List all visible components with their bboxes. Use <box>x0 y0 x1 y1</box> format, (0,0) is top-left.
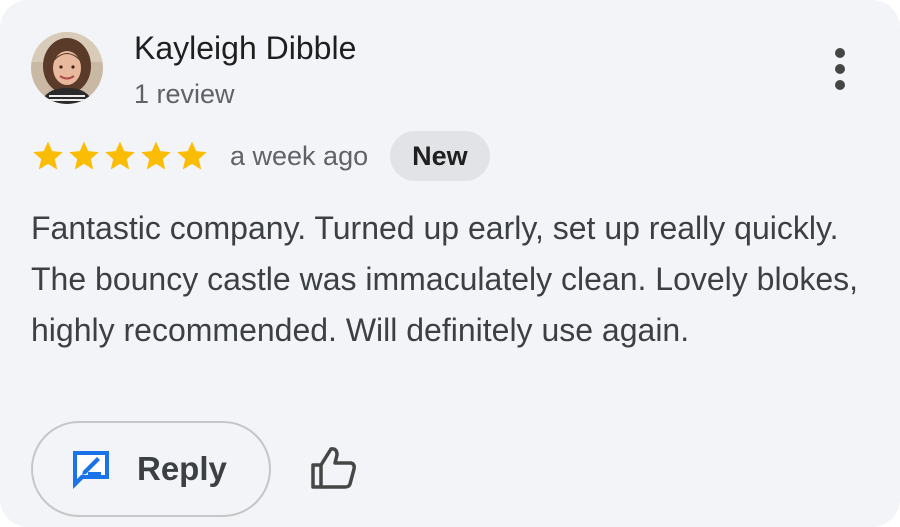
star-icon <box>69 141 99 170</box>
reply-button[interactable]: Reply <box>31 421 271 517</box>
star-rating <box>31 139 209 173</box>
star-icon <box>177 141 207 170</box>
reply-edit-icon <box>73 451 109 489</box>
avatar[interactable] <box>31 32 103 104</box>
star-icon <box>33 141 63 170</box>
star-icon <box>105 141 135 170</box>
author-review-count: 1 review <box>134 79 235 109</box>
review-text: Fantastic company. Turned up early, set … <box>31 210 859 348</box>
avatar-photo <box>31 32 103 104</box>
review-card: Kayleigh Dibble 1 review a week ago New … <box>0 0 900 527</box>
more-options-button[interactable] <box>818 40 862 98</box>
rating-row: a week ago New <box>31 131 490 181</box>
review-time: a week ago <box>230 140 369 171</box>
reply-label: Reply <box>137 450 227 487</box>
star-icon <box>141 141 171 170</box>
thumb-up-icon <box>311 447 356 489</box>
like-button[interactable] <box>306 443 360 493</box>
more-vert-icon <box>835 48 845 90</box>
author-name[interactable]: Kayleigh Dibble <box>134 28 356 68</box>
new-badge: New <box>390 131 490 181</box>
